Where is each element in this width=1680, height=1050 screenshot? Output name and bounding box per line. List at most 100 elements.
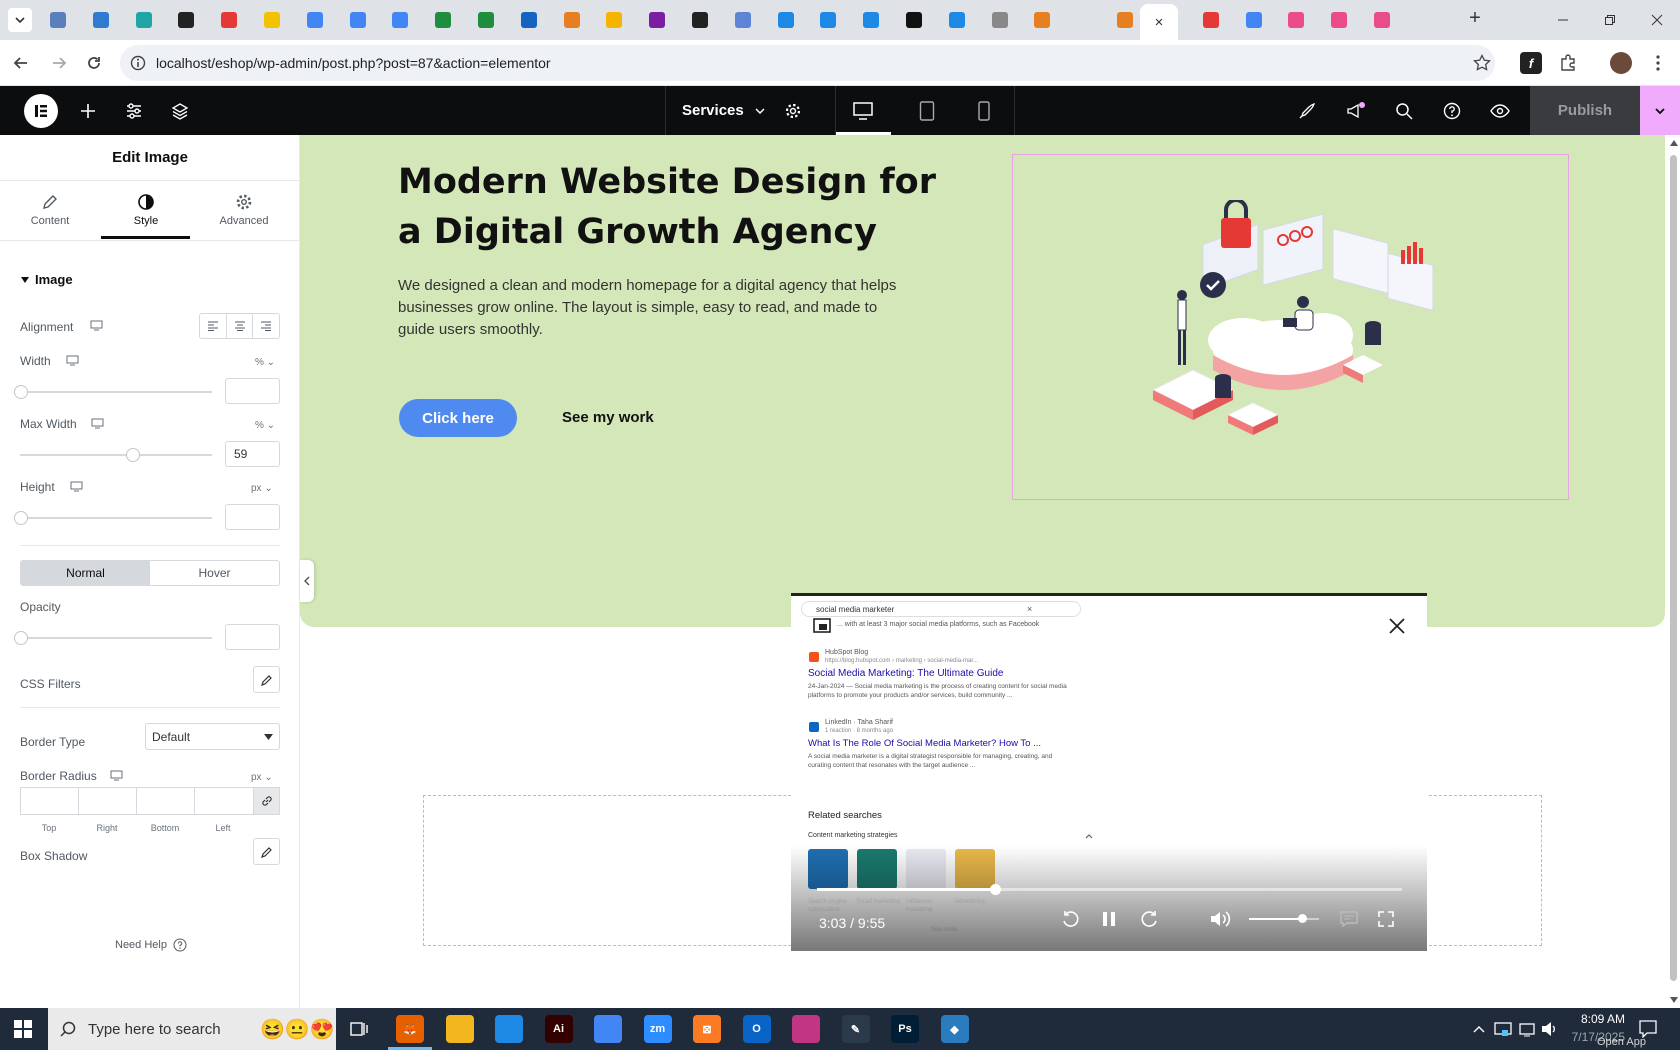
width-unit-selector[interactable]: % ⌄	[255, 357, 275, 368]
max-width-input[interactable]: 59	[225, 441, 280, 467]
state-normal-tab[interactable]: Normal	[21, 561, 150, 585]
browser-tab[interactable]	[645, 8, 669, 32]
browser-tab[interactable]	[688, 8, 712, 32]
result1-title[interactable]: Social Media Marketing: The Ultimate Gui…	[808, 668, 1003, 679]
add-element-button[interactable]	[75, 98, 101, 124]
hero-image-widget[interactable]	[1012, 154, 1569, 500]
result2-title[interactable]: What Is The Role Of Social Media Markete…	[808, 738, 1041, 749]
tab-advanced[interactable]: Advanced	[196, 181, 292, 239]
desktop-icon[interactable]	[91, 418, 104, 429]
info-icon[interactable]	[130, 55, 146, 71]
page-settings-button[interactable]	[780, 98, 806, 124]
see-my-work-button[interactable]: See my work	[562, 409, 654, 426]
canvas-scrollbar-thumb[interactable]	[1670, 155, 1677, 981]
close-window-button[interactable]	[1647, 10, 1667, 30]
publish-options-button[interactable]	[1640, 86, 1680, 135]
forward-button-video[interactable]	[1138, 907, 1162, 931]
browser-tab[interactable]	[859, 8, 883, 32]
taskbar-app-chrome[interactable]	[594, 1015, 622, 1043]
launchpad-button[interactable]	[1294, 98, 1320, 124]
opacity-slider[interactable]	[14, 631, 212, 645]
pause-button[interactable]	[1097, 907, 1121, 931]
taskbar-app-xampp[interactable]: ⊠	[693, 1015, 721, 1043]
radius-link-button[interactable]	[253, 787, 280, 815]
browser-tab[interactable]	[1327, 8, 1351, 32]
close-video-icon[interactable]	[1387, 616, 1407, 636]
browser-tab[interactable]	[132, 8, 156, 32]
finder-button[interactable]	[1391, 98, 1417, 124]
browser-tab[interactable]	[1199, 8, 1223, 32]
width-input[interactable]	[225, 378, 280, 404]
back-button[interactable]	[10, 52, 32, 74]
taskbar-app-file-explorer[interactable]	[445, 1015, 474, 1043]
hero-text[interactable]: We designed a clean and modern homepage …	[398, 275, 918, 341]
video-progress-bar[interactable]	[817, 888, 1402, 891]
chevron-up-icon[interactable]	[1473, 1025, 1485, 1033]
browser-tab[interactable]	[988, 8, 1012, 32]
taskbar-clock[interactable]: 8:09 AM	[1555, 1012, 1625, 1026]
section-toggle-image[interactable]: Image	[20, 272, 73, 287]
browser-tab[interactable]	[46, 8, 70, 32]
browser-tab[interactable]	[260, 8, 284, 32]
max-width-slider[interactable]	[20, 448, 212, 462]
radius-bottom-input[interactable]	[136, 787, 194, 815]
fullscreen-button[interactable]	[1374, 907, 1398, 931]
browser-tab[interactable]	[902, 8, 926, 32]
browser-tab[interactable]	[474, 8, 498, 32]
omnibox[interactable]: localhost/eshop/wp-admin/post.php?post=8…	[120, 45, 1495, 81]
rewind-button[interactable]	[1058, 907, 1082, 931]
close-tab-icon[interactable]: ×	[1155, 14, 1164, 31]
browser-tab[interactable]	[774, 8, 798, 32]
taskbar-app-outlook[interactable]: O	[742, 1015, 771, 1043]
help-button[interactable]	[1439, 98, 1465, 124]
browser-tab[interactable]	[1242, 8, 1266, 32]
browser-tab[interactable]	[388, 8, 412, 32]
height-slider-handle[interactable]	[14, 511, 28, 525]
scroll-up-icon[interactable]	[1670, 140, 1678, 146]
align-right-button[interactable]	[253, 314, 279, 338]
desktop-icon[interactable]	[66, 355, 79, 366]
border-type-select[interactable]: Default	[145, 723, 280, 750]
radius-left-input[interactable]	[194, 787, 253, 815]
browser-tab[interactable]	[602, 8, 626, 32]
captions-button[interactable]	[1337, 907, 1361, 931]
browser-tab[interactable]	[217, 8, 241, 32]
taskbar-app-vscode[interactable]	[495, 1015, 523, 1043]
taskbar-app-zoom[interactable]: zm	[643, 1015, 672, 1043]
height-slider[interactable]	[14, 511, 212, 525]
browser-tab[interactable]	[1030, 8, 1054, 32]
open-app-overlay[interactable]: Open App	[1597, 1036, 1646, 1048]
css-filters-edit-button[interactable]	[253, 666, 280, 693]
browser-tab[interactable]	[731, 8, 755, 32]
scroll-down-icon[interactable]	[1670, 997, 1678, 1003]
hero-heading[interactable]: Modern Website Design for a Digital Grow…	[398, 157, 958, 257]
browser-tab[interactable]	[816, 8, 840, 32]
volume-slider[interactable]	[1249, 918, 1319, 920]
taskbar-app-firefox[interactable]: 🦊	[396, 1015, 424, 1043]
picture-in-picture-icon[interactable]	[813, 618, 831, 634]
restore-button[interactable]	[1600, 10, 1620, 30]
tab-content[interactable]: Content	[2, 181, 98, 239]
task-view-button[interactable]	[350, 1020, 368, 1038]
desktop-icon[interactable]	[70, 481, 83, 492]
max-width-slider-handle[interactable]	[126, 448, 141, 462]
elementor-logo[interactable]	[24, 94, 58, 128]
browser-tab[interactable]	[1113, 8, 1137, 32]
desktop-icon[interactable]	[90, 320, 103, 331]
height-input[interactable]	[225, 504, 280, 530]
tab-search-button[interactable]	[8, 8, 32, 32]
browser-tab[interactable]	[89, 8, 113, 32]
height-unit-selector[interactable]: px ⌄	[251, 483, 273, 494]
url-text[interactable]: localhost/eshop/wp-admin/post.php?post=8…	[156, 55, 551, 71]
click-here-button[interactable]: Click here	[399, 399, 517, 437]
minimize-button[interactable]	[1553, 10, 1573, 30]
reload-button[interactable]	[83, 52, 105, 74]
taskbar-app-photos[interactable]	[792, 1015, 820, 1043]
browser-tab[interactable]	[560, 8, 584, 32]
network-status-icon[interactable]	[1494, 1021, 1512, 1037]
start-button[interactable]	[14, 1020, 32, 1038]
panel-collapse-button[interactable]	[300, 560, 314, 602]
taskbar-app-app[interactable]: ◆	[940, 1015, 969, 1043]
browser-tab[interactable]	[174, 8, 198, 32]
browser-tab[interactable]	[517, 8, 541, 32]
